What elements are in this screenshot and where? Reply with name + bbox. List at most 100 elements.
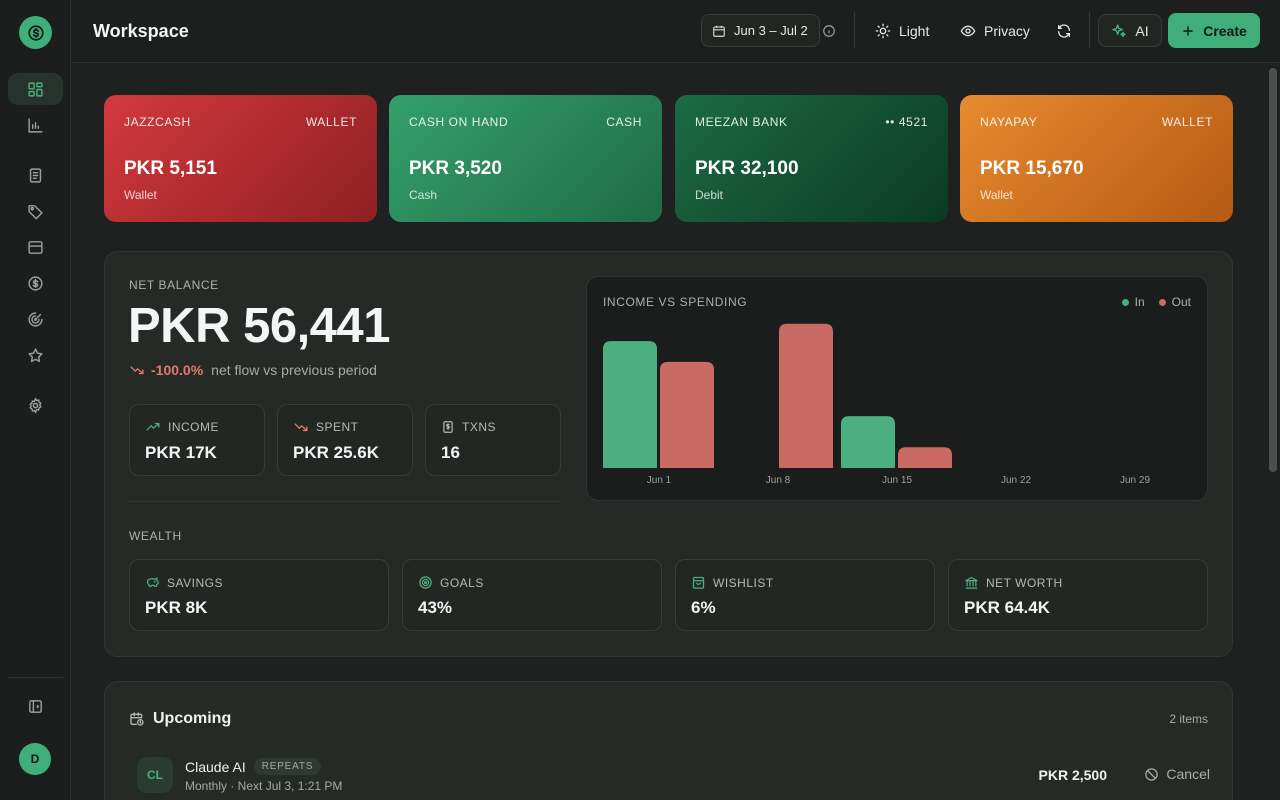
tag-icon [28, 204, 43, 219]
info-icon [823, 24, 835, 37]
privacy-button[interactable]: Privacy [950, 14, 1040, 47]
bar-in-0[interactable] [603, 341, 657, 468]
bar-out-1[interactable] [779, 323, 833, 468]
x-tick-label: Jun 22 [1001, 475, 1031, 486]
cancel-label: Cancel [1166, 766, 1210, 782]
upcoming-count: 2 items [1169, 712, 1208, 726]
archive-icon [28, 240, 43, 254]
x-tick-label: Jun 29 [1120, 475, 1150, 486]
sidebar-item-categories[interactable] [8, 195, 63, 227]
x-tick-label: Jun 15 [882, 475, 912, 486]
sidebar-item-transactions[interactable] [8, 159, 63, 191]
privacy-label: Privacy [984, 22, 1030, 39]
goals-stat[interactable]: GOALS 43% [402, 559, 662, 631]
upcoming-title: Upcoming [153, 710, 232, 727]
account-number: •• 4521 [885, 115, 928, 129]
upcoming-header: Upcoming [129, 710, 231, 728]
target-icon [28, 311, 43, 327]
income-stat: INCOME PKR 17K [129, 404, 265, 476]
account-subtype: Wallet [980, 188, 1013, 202]
net-worth-stat[interactable]: NET WORTH PKR 64.4K [948, 559, 1208, 631]
account-card-nayapay[interactable]: NAYAPAY WALLET PKR 15,670 Wallet [960, 95, 1233, 222]
account-type: WALLET [305, 115, 357, 129]
theme-label: Light [899, 22, 930, 39]
sidebar-item-analytics[interactable] [8, 109, 63, 141]
receipt-icon [29, 167, 42, 183]
page-title: Workspace [93, 21, 189, 41]
date-info-button[interactable] [817, 14, 841, 47]
collapse-sidebar-button[interactable] [8, 690, 63, 722]
txns-value: 16 [441, 443, 460, 462]
x-tick-label: Jun 1 [647, 475, 672, 486]
net-worth-label: NET WORTH [986, 575, 1063, 590]
dollar-icon [28, 275, 43, 291]
savings-label: SAVINGS [167, 575, 223, 590]
sidebar-divider [8, 677, 63, 678]
bar-out-2[interactable] [898, 447, 952, 468]
savings-stat[interactable]: SAVINGS PKR 8K [129, 559, 389, 631]
app-logo[interactable] [19, 16, 52, 49]
account-balance: PKR 5,151 [124, 158, 217, 179]
subscription-name: Claude AI [185, 758, 246, 775]
sidebar-item-wishlist[interactable] [8, 339, 63, 371]
sparkles-icon [1112, 23, 1127, 37]
account-subtype: Cash [409, 188, 438, 202]
account-card-jazzcash[interactable]: JAZZCASH WALLET PKR 5,151 Wallet [104, 95, 377, 222]
ban-icon [1145, 767, 1159, 781]
savings-value: PKR 8K [145, 598, 208, 617]
account-type: CASH [606, 115, 642, 129]
date-range-label: Jun 3 – Jul 2 [734, 23, 808, 38]
main-scrollbar[interactable] [1266, 64, 1280, 800]
spent-label: SPENT [316, 420, 359, 434]
income-label: INCOME [168, 420, 219, 434]
sidebar-item-inbox[interactable] [8, 231, 63, 263]
sidebar-item-budgets[interactable] [8, 267, 63, 299]
gear-icon [29, 396, 42, 414]
ai-label: AI [1135, 22, 1149, 39]
account-card-cash[interactable]: CASH ON HAND CASH PKR 3,520 Cash [389, 95, 662, 222]
header-divider [854, 12, 855, 48]
account-card-meezan[interactable]: MEEZAN BANK •• 4521 PKR 32,100 Debit [675, 95, 948, 222]
piggy-bank-icon [146, 577, 159, 587]
wishlist-stat[interactable]: WISHLIST 6% [675, 559, 935, 631]
cancel-subscription-button[interactable]: Cancel [1144, 766, 1210, 782]
calendar-clock-icon [130, 712, 144, 726]
sidebar-item-dashboard[interactable] [8, 73, 63, 105]
net-balance-label: NET BALANCE [129, 278, 219, 292]
x-tick-label: Jun 8 [766, 475, 791, 486]
list-item[interactable]: CL Claude AI REPEATS Monthly · Next Jul … [137, 754, 1210, 798]
wealth-label: WEALTH [129, 529, 182, 543]
ai-button[interactable]: AI [1098, 14, 1162, 47]
trending-up-icon [146, 422, 160, 431]
account-subtype: Debit [695, 188, 724, 202]
spent-value: PKR 25.6K [293, 443, 379, 462]
repeats-badge: REPEATS [253, 758, 322, 775]
plus-icon [1183, 25, 1193, 36]
income-value: PKR 17K [145, 443, 217, 462]
account-type: WALLET [1161, 115, 1213, 129]
chart-plot: Jun 1 Jun 8 Jun 15 Jun 22 Jun 29 [603, 323, 1150, 486]
goals-value: 43% [418, 598, 453, 617]
sidebar-item-settings[interactable] [8, 389, 63, 421]
net-change-row: -100.0% net flow vs previous period [129, 362, 377, 378]
eye-icon [960, 25, 976, 36]
account-balance: PKR 32,100 [695, 158, 799, 179]
txns-stat: TXNS 16 [425, 404, 561, 476]
account-balance: PKR 3,520 [409, 158, 502, 179]
scrollbar-thumb[interactable] [1269, 68, 1277, 472]
sidebar: D [0, 0, 71, 800]
bar-chart-icon [28, 117, 43, 133]
date-range-button[interactable]: Jun 3 – Jul 2 [701, 14, 820, 47]
create-button[interactable]: Create [1168, 13, 1260, 48]
theme-toggle-button[interactable]: Light [865, 14, 939, 47]
refresh-icon [1058, 23, 1070, 38]
grid-icon [28, 81, 43, 97]
bar-out-0[interactable] [660, 361, 714, 468]
refresh-button[interactable] [1048, 14, 1080, 47]
spent-stat: SPENT PKR 25.6K [277, 404, 413, 476]
sidebar-item-goals[interactable] [8, 303, 63, 335]
net-change-caption: net flow vs previous period [211, 362, 377, 378]
target-icon [419, 576, 432, 589]
bar-in-2[interactable] [841, 416, 895, 468]
avatar[interactable]: D [19, 743, 51, 775]
